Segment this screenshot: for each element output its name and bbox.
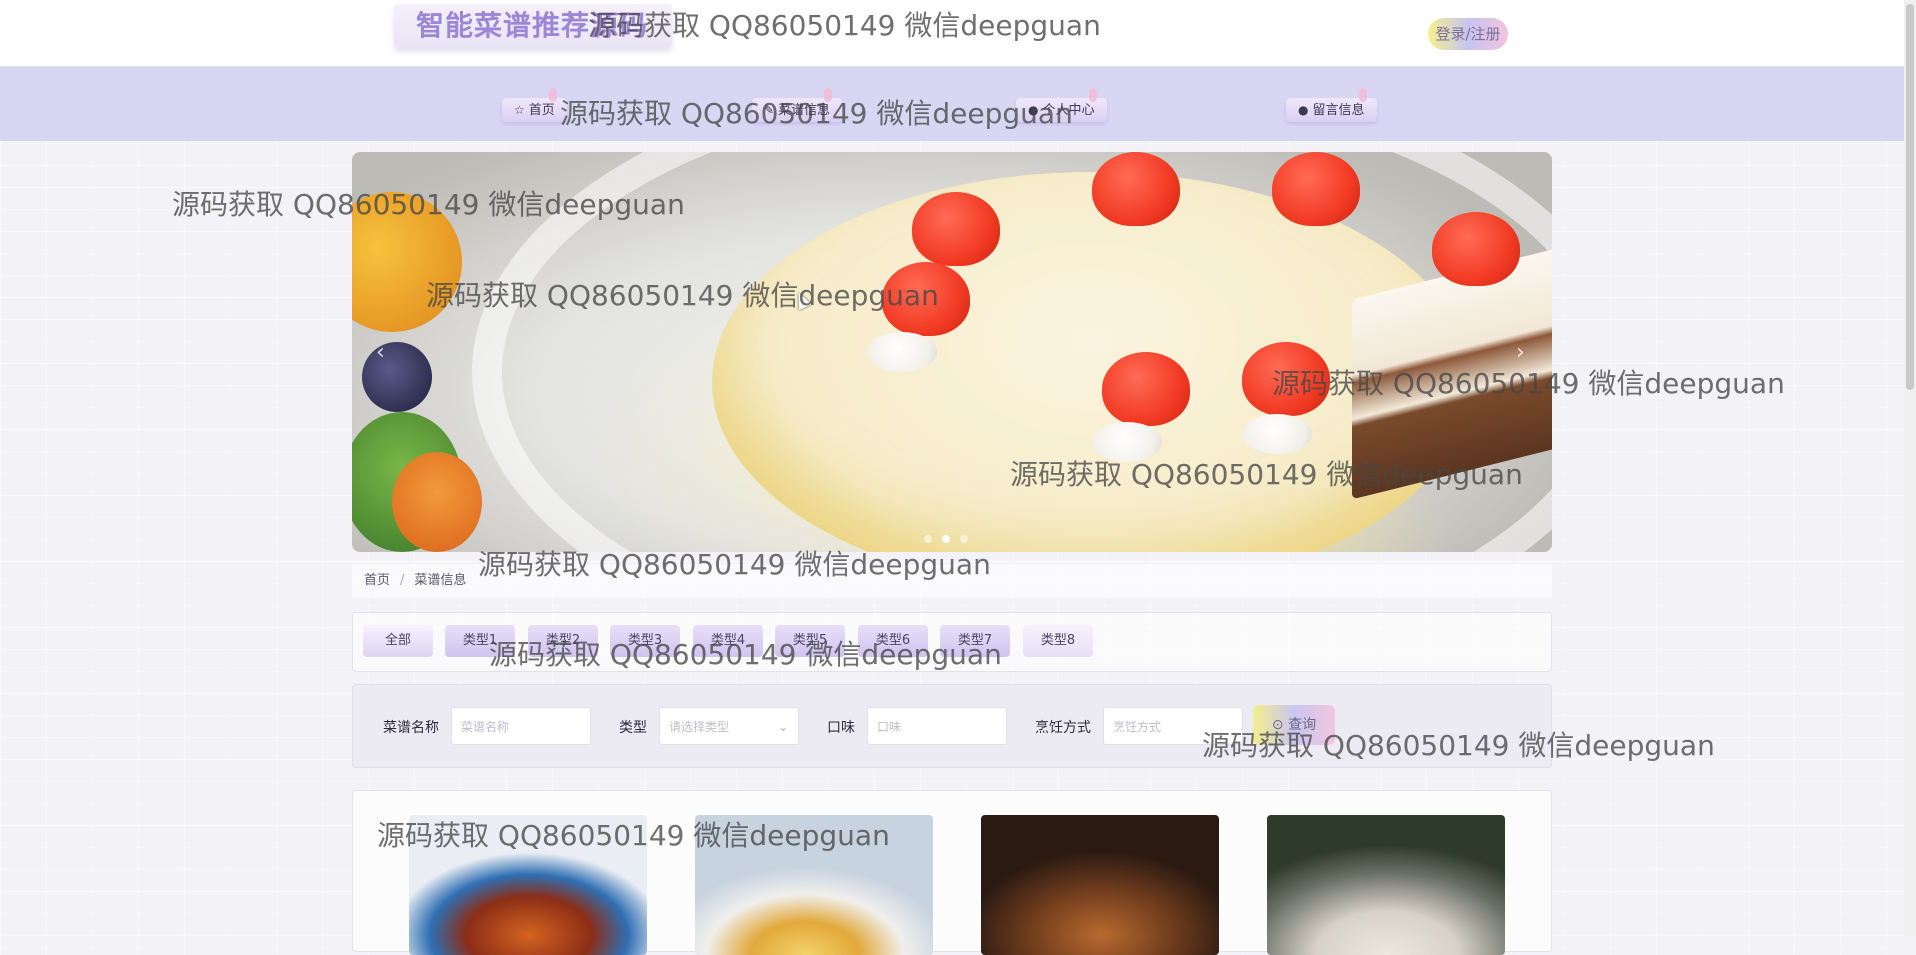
carousel-dot[interactable] [960, 535, 968, 543]
search-icon: ⊙ [1271, 717, 1284, 733]
nav-item-messages[interactable]: ● 留言信息 [1286, 88, 1377, 122]
recipe-name-label: 菜谱名称 [383, 720, 439, 736]
recipe-card-image[interactable] [981, 815, 1219, 955]
banner-fruit [352, 192, 462, 332]
recipe-card-image[interactable] [409, 815, 647, 955]
nav-item-home[interactable]: ☆ 首页 [502, 88, 567, 122]
breadcrumb-home[interactable]: 首页 [364, 573, 390, 588]
nav-decor-dot [824, 88, 833, 102]
type-select-placeholder: 请选择类型 [669, 720, 730, 734]
banner-fruit [392, 452, 482, 552]
type-select[interactable]: 请选择类型 ⌄ [659, 707, 799, 745]
category-all-button[interactable]: 全部 [363, 625, 433, 657]
nav-decor-dot [548, 88, 557, 102]
banner-strawberry [912, 192, 1000, 266]
category-button[interactable]: 类型4 [693, 625, 763, 657]
page-scrollbar[interactable] [1904, 0, 1916, 936]
banner-cream [1092, 422, 1162, 462]
scrollbar-thumb[interactable] [1906, 4, 1914, 390]
login-register-button[interactable]: 登录/注册 [1428, 18, 1508, 50]
search-form: 菜谱名称 菜谱名称 类型 请选择类型 ⌄ 口味 口味 烹饪方式 烹饪方式 ⊙ 查… [352, 684, 1552, 768]
recipe-grid [352, 790, 1552, 955]
type-label: 类型 [619, 720, 647, 736]
banner-strawberry [1432, 212, 1520, 286]
banner-cream [1242, 414, 1312, 454]
query-button-label: 查询 [1288, 717, 1317, 733]
nav-item-label: 留言信息 [1312, 103, 1365, 118]
breadcrumb: 首页 / 菜谱信息 [352, 564, 1552, 598]
query-button[interactable]: ⊙ 查询 [1253, 705, 1335, 745]
main-nav: ☆ 首页 ✎ 菜谱信息 ● 个人中心 ● 留言信息 [0, 67, 1916, 141]
recipe-name-input[interactable]: 菜谱名称 [451, 707, 591, 745]
nav-item-label: 菜谱信息 [778, 103, 831, 118]
banner-strawberry [882, 262, 970, 336]
category-button[interactable]: 类型8 [1023, 625, 1093, 657]
home-icon: ☆ [514, 103, 525, 117]
carousel-dot[interactable] [924, 535, 932, 543]
top-bar: 智能菜谱推荐源码 登录/注册 [0, 0, 1916, 67]
category-button[interactable]: 类型3 [610, 625, 680, 657]
category-button[interactable]: 类型1 [445, 625, 515, 657]
category-filter-bar: 全部 类型1 类型2 类型3 类型4 类型5 类型6 类型7 类型8 [352, 612, 1552, 672]
site-title: 智能菜谱推荐源码 [394, 4, 673, 48]
nav-item-label: 首页 [528, 103, 555, 118]
taste-input[interactable]: 口味 [867, 707, 1007, 745]
banner-carousel[interactable]: ‹ › [352, 152, 1552, 552]
nav-item-recipes[interactable]: ✎ 菜谱信息 [752, 88, 843, 122]
message-icon: ● [1298, 103, 1309, 117]
nav-decor-dot [1358, 88, 1367, 102]
nav-item-profile[interactable]: ● 个人中心 [1016, 88, 1107, 122]
category-button[interactable]: 类型7 [940, 625, 1010, 657]
category-button[interactable]: 类型5 [775, 625, 845, 657]
taste-label: 口味 [827, 720, 855, 736]
nav-item-label: 个人中心 [1042, 103, 1095, 118]
carousel-dot-active[interactable] [942, 535, 950, 543]
user-icon: ● [1028, 103, 1039, 117]
chevron-down-icon: ⌄ [777, 720, 788, 734]
recipe-card-image[interactable] [695, 815, 933, 955]
banner-strawberry [1102, 352, 1190, 426]
category-button[interactable]: 类型6 [858, 625, 928, 657]
banner-prev-arrow-icon[interactable]: ‹ [376, 340, 385, 365]
recipe-card-image[interactable] [1267, 815, 1505, 955]
banner-next-arrow-icon[interactable]: › [1516, 340, 1525, 365]
recipe-icon: ✎ [764, 103, 775, 117]
breadcrumb-current: 菜谱信息 [414, 573, 467, 588]
banner-cream [867, 332, 937, 372]
banner-strawberry [1272, 152, 1360, 226]
banner-strawberry [1242, 342, 1330, 416]
nav-decor-dot [1088, 88, 1097, 102]
cooking-method-input[interactable]: 烹饪方式 [1103, 707, 1243, 745]
banner-fruit [362, 342, 432, 412]
banner-strawberry [1092, 152, 1180, 226]
cooking-method-label: 烹饪方式 [1035, 720, 1091, 736]
carousel-indicators [924, 528, 978, 547]
category-button[interactable]: 类型2 [528, 625, 598, 657]
breadcrumb-separator: / [400, 573, 405, 588]
